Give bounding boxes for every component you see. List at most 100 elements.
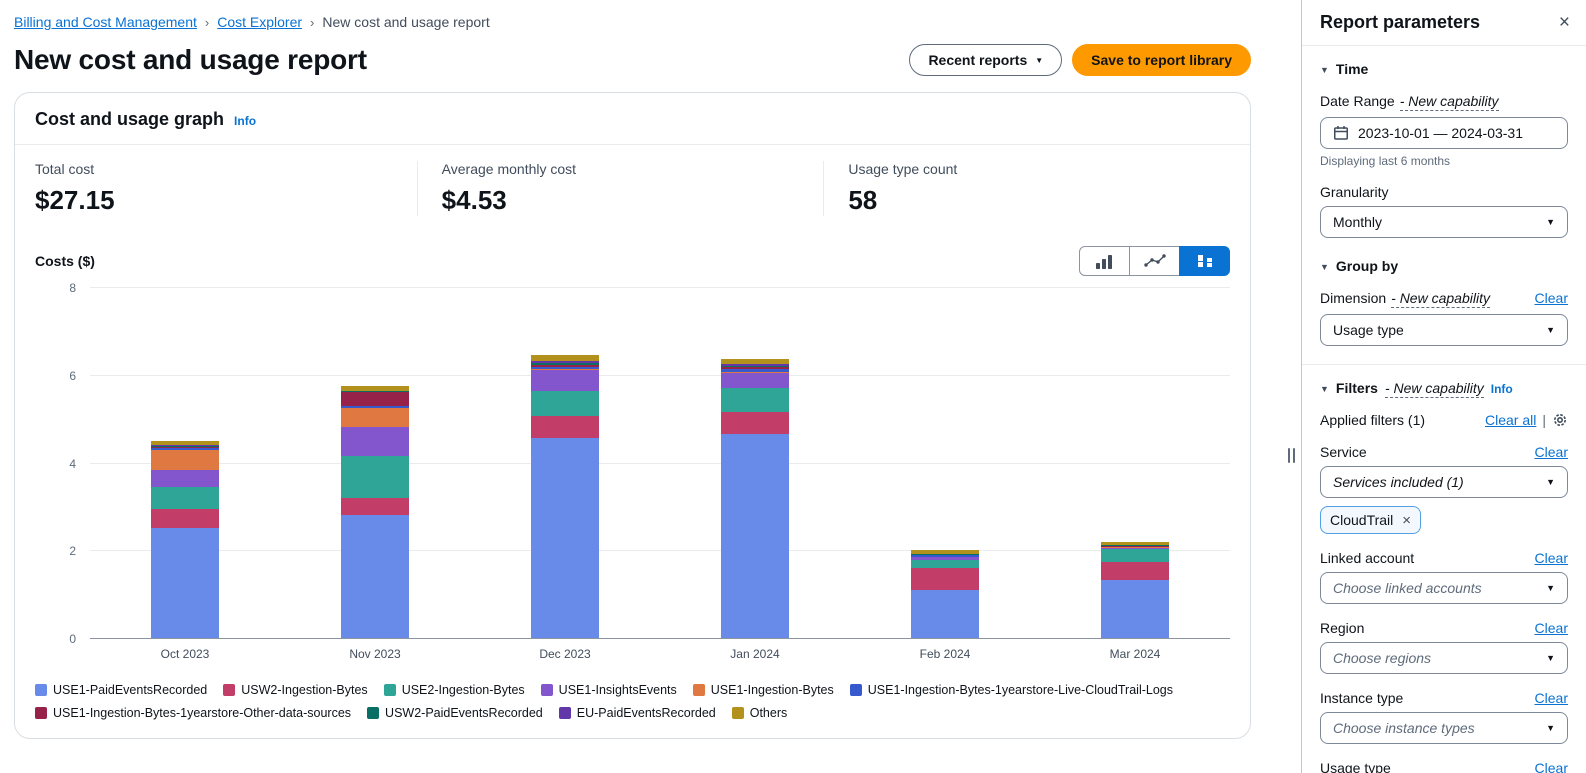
- bar-segment[interactable]: [151, 528, 219, 638]
- bar-segment[interactable]: [1101, 580, 1169, 638]
- bar-segment[interactable]: [341, 515, 409, 638]
- clear-all-filters-link[interactable]: Clear all: [1485, 412, 1536, 428]
- stacked-bar-jan-2024[interactable]: [721, 359, 789, 638]
- bar-segment[interactable]: [721, 388, 789, 412]
- info-link[interactable]: Info: [1491, 382, 1513, 396]
- legend-item[interactable]: USE1-Ingestion-Bytes: [693, 683, 834, 697]
- filter-groups: ServiceClearServices included (1)▼CloudT…: [1320, 444, 1568, 773]
- usage-type-label-row: Usage type Clear: [1320, 760, 1568, 773]
- legend-item[interactable]: USE2-Ingestion-Bytes: [384, 683, 525, 697]
- bar-segment[interactable]: [341, 427, 409, 456]
- stat-label: Average monthly cost: [442, 161, 800, 177]
- filter-group-linked-account: Linked accountClearChoose linked account…: [1320, 550, 1568, 604]
- bar-segment[interactable]: [341, 408, 409, 428]
- bar-segment[interactable]: [721, 373, 789, 388]
- bar-segment[interactable]: [1101, 549, 1169, 562]
- filter-group-instance-type: Instance typeClearChoose instance types▼: [1320, 690, 1568, 744]
- info-link[interactable]: Info: [234, 114, 256, 128]
- clear-usage-type-link[interactable]: Clear: [1535, 760, 1568, 773]
- new-capability-label: - New capability: [1385, 380, 1484, 398]
- bar-segment[interactable]: [341, 456, 409, 498]
- stacked-bar-chart-type-button[interactable]: [1179, 246, 1230, 276]
- dimension-select[interactable]: Usage type ▼: [1320, 314, 1568, 346]
- legend-item[interactable]: USE1-Ingestion-Bytes-1yearstore-Live-Clo…: [850, 683, 1173, 697]
- date-range-input[interactable]: 2023-10-01 — 2024-03-31: [1320, 117, 1568, 149]
- time-section-header[interactable]: ▼ Time: [1320, 61, 1568, 77]
- stacked-bar-dec-2023[interactable]: [531, 355, 599, 638]
- stat-value: $4.53: [442, 185, 800, 216]
- bar-segment[interactable]: [151, 470, 219, 487]
- filter-group-region: RegionClearChoose regions▼: [1320, 620, 1568, 674]
- cost-and-usage-graph-card: Cost and usage graph Info Total cost$27.…: [14, 92, 1251, 739]
- clear-linked-account-link[interactable]: Clear: [1535, 550, 1568, 566]
- save-to-report-library-button[interactable]: Save to report library: [1072, 44, 1251, 76]
- stat-usage-type-count: Usage type count58: [823, 161, 1230, 216]
- legend-label: EU-PaidEventsRecorded: [577, 706, 716, 720]
- stacked-bar-nov-2023[interactable]: [341, 386, 409, 638]
- bar-segment[interactable]: [911, 590, 979, 638]
- bar-segment[interactable]: [151, 509, 219, 529]
- stacked-bar-oct-2023[interactable]: [151, 441, 219, 638]
- instance-type-select-value: Choose instance types: [1333, 720, 1475, 736]
- granularity-label-row: Granularity: [1320, 184, 1568, 200]
- stacked-bar-mar-2024[interactable]: [1101, 542, 1169, 638]
- bar-segment[interactable]: [531, 391, 599, 416]
- usage-type-filter-label: Usage type: [1320, 760, 1391, 773]
- clear-dimension-link[interactable]: Clear: [1535, 290, 1568, 306]
- filter-settings-button[interactable]: [1552, 412, 1568, 428]
- x-axis-tick-label: Mar 2024: [1110, 647, 1161, 661]
- bar-segment[interactable]: [341, 498, 409, 515]
- date-range-label: Date Range: [1320, 93, 1395, 109]
- calendar-icon: [1333, 125, 1349, 141]
- group-by-section-header[interactable]: ▼ Group by: [1320, 258, 1568, 274]
- chart-type-toggle: [1079, 246, 1230, 276]
- clear-instance-type-link[interactable]: Clear: [1535, 690, 1568, 706]
- bar-segment[interactable]: [531, 438, 599, 638]
- bar-segment[interactable]: [151, 487, 219, 509]
- instance-type-filter-select[interactable]: Choose instance types▼: [1320, 712, 1568, 744]
- bar-segment[interactable]: [911, 560, 979, 568]
- legend-item[interactable]: EU-PaidEventsRecorded: [559, 706, 716, 720]
- bar-segment[interactable]: [531, 416, 599, 439]
- legend-item[interactable]: USW2-Ingestion-Bytes: [223, 683, 367, 697]
- granularity-select[interactable]: Monthly ▼: [1320, 206, 1568, 238]
- time-section-label: Time: [1336, 61, 1368, 77]
- legend-item[interactable]: USW2-PaidEventsRecorded: [367, 706, 543, 720]
- bar-segment[interactable]: [721, 412, 789, 434]
- bar-segment[interactable]: [341, 392, 409, 406]
- recent-reports-button[interactable]: Recent reports ▼: [909, 44, 1062, 76]
- service-filter-select[interactable]: Services included (1)▼: [1320, 466, 1568, 498]
- clear-service-link[interactable]: Clear: [1535, 444, 1568, 460]
- bar-chart-icon: [1094, 253, 1116, 269]
- region-filter-select[interactable]: Choose regions▼: [1320, 642, 1568, 674]
- bar-chart-type-button[interactable]: [1079, 246, 1130, 276]
- close-icon[interactable]: ×: [1559, 13, 1570, 32]
- token-dismiss-icon[interactable]: ×: [1402, 513, 1411, 528]
- breadcrumb-link[interactable]: Cost Explorer: [217, 14, 302, 30]
- page-header: New cost and usage report Recent reports…: [14, 44, 1251, 76]
- bar-segment[interactable]: [911, 568, 979, 590]
- bar-segment[interactable]: [1101, 562, 1169, 580]
- stacked-bar-feb-2024[interactable]: [911, 550, 979, 638]
- y-axis-tick-label: 0: [69, 632, 76, 646]
- line-chart-type-button[interactable]: [1129, 246, 1180, 276]
- filters-section-header[interactable]: ▼ Filters - New capability Info: [1320, 380, 1568, 398]
- x-axis-tick-label: Feb 2024: [920, 647, 971, 661]
- legend-item[interactable]: USE1-Ingestion-Bytes-1yearstore-Other-da…: [35, 706, 351, 720]
- bar-segment[interactable]: [531, 370, 599, 390]
- linked-account-filter-select[interactable]: Choose linked accounts▼: [1320, 572, 1568, 604]
- clear-region-link[interactable]: Clear: [1535, 620, 1568, 636]
- gear-icon: [1552, 412, 1568, 428]
- breadcrumb-link[interactable]: Billing and Cost Management: [14, 14, 197, 30]
- legend-item[interactable]: Others: [732, 706, 788, 720]
- bar-segment[interactable]: [151, 450, 219, 470]
- legend-label: USE1-Ingestion-Bytes: [711, 683, 834, 697]
- filter-group-usage-type: Usage typeClearChoose usage types▼: [1320, 760, 1568, 773]
- legend-item[interactable]: USE1-InsightsEvents: [541, 683, 677, 697]
- panel-body: ▼ Time Date Range - New capability 2023-…: [1302, 46, 1586, 773]
- stat-label: Total cost: [35, 161, 393, 177]
- header-actions: Recent reports ▼ Save to report library: [909, 44, 1251, 76]
- panel-resize-handle-icon[interactable]: [1288, 448, 1295, 463]
- bar-segment[interactable]: [721, 434, 789, 638]
- legend-item[interactable]: USE1-PaidEventsRecorded: [35, 683, 207, 697]
